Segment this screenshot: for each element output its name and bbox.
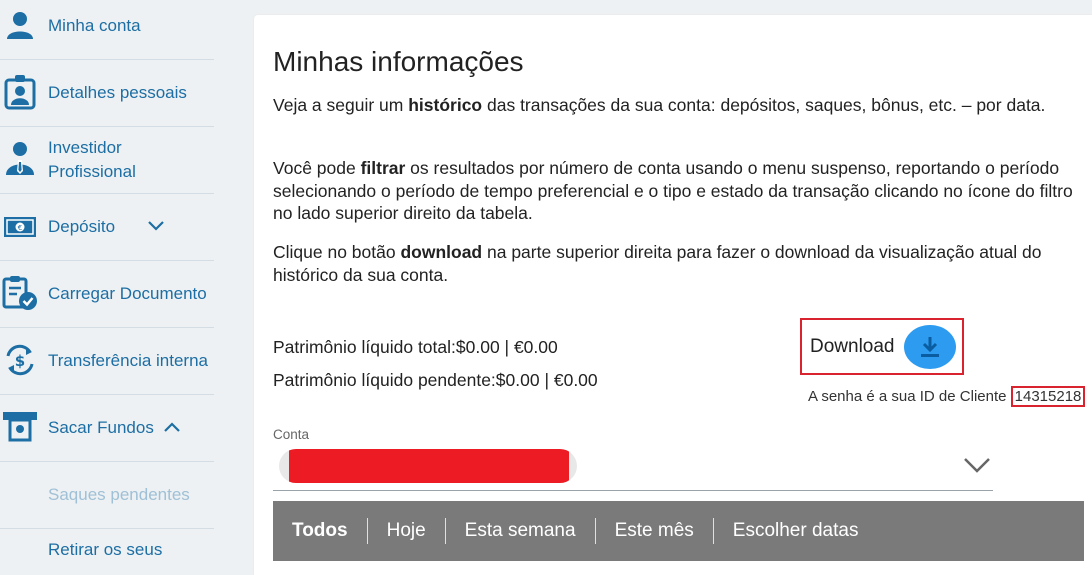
sidebar-item-detalhes-pessoais[interactable]: Detalhes pessoais bbox=[0, 60, 214, 127]
filter-tab[interactable]: Hoje bbox=[366, 518, 445, 544]
sidebar-item-label: Sacar Fundos bbox=[48, 418, 154, 437]
equity-total: Patrimônio líquido total:$0.00 | €0.00 bbox=[273, 337, 558, 357]
download-area: Download bbox=[800, 318, 964, 375]
filter-tab[interactable]: Escolher datas bbox=[712, 518, 878, 544]
sidebar-item-minha-conta[interactable]: Minha conta bbox=[0, 0, 214, 60]
banknote-icon: € bbox=[2, 209, 38, 245]
intro-paragraph-download: Clique no botão download na parte superi… bbox=[273, 241, 1078, 286]
chevron-down-icon[interactable] bbox=[147, 217, 165, 235]
chevron-down-icon bbox=[964, 458, 990, 473]
account-select-label: Conta bbox=[273, 427, 310, 442]
id-badge-icon bbox=[2, 74, 38, 110]
sidebar-item-label: Detalhes pessoais bbox=[48, 83, 187, 102]
paragraph-text: Clique no botão bbox=[273, 242, 401, 262]
sidebar-item-saques-pendentes[interactable]: Saques pendentes bbox=[0, 462, 214, 529]
filter-tab[interactable]: Todos bbox=[273, 518, 367, 544]
svg-text:€: € bbox=[18, 224, 22, 232]
password-note: A senha é a sua ID de Cliente 14315218 bbox=[808, 386, 1086, 407]
sidebar: Minha conta Detalhes pessoais Investidor… bbox=[0, 0, 214, 567]
atm-withdraw-icon bbox=[2, 409, 38, 445]
filter-tab[interactable]: Este mês bbox=[594, 518, 713, 544]
sidebar-item-label: Carregar Documento bbox=[48, 284, 207, 303]
paragraph-bold-text: histórico bbox=[408, 95, 483, 115]
sidebar-item-label: Minha conta bbox=[48, 16, 141, 35]
sidebar-item-label: Retirar os seus bbox=[48, 540, 163, 559]
paragraph-bold-text: filtrar bbox=[360, 158, 406, 178]
chevron-up-icon[interactable] bbox=[163, 418, 181, 436]
user-icon bbox=[2, 8, 38, 44]
download-icon bbox=[921, 337, 939, 357]
intro-paragraph-history: Veja a seguir um histórico das transaçõe… bbox=[273, 94, 1078, 117]
professional-investor-icon bbox=[2, 141, 38, 177]
equity-pending: Patrimônio líquido pendente:$0.00 | €0.0… bbox=[273, 370, 598, 390]
sidebar-item-label: Investidor Profissional bbox=[48, 138, 136, 181]
account-select[interactable] bbox=[273, 445, 993, 491]
paragraph-bold-text: download bbox=[400, 242, 483, 262]
sidebar-item-sacar-fundos[interactable]: Sacar Fundos bbox=[0, 395, 214, 462]
sidebar-item-label: Transferência interna bbox=[48, 351, 209, 370]
redacted-account-value bbox=[279, 449, 577, 483]
dollar-transfer-icon: $ bbox=[2, 342, 38, 378]
redaction-bar bbox=[289, 449, 569, 483]
filter-tab[interactable]: Esta semana bbox=[444, 518, 595, 544]
document-check-icon bbox=[2, 275, 38, 311]
sidebar-item-label: Saques pendentes bbox=[48, 485, 190, 504]
sidebar-item-transferencia-interna[interactable]: $ Transferência interna bbox=[0, 328, 214, 395]
date-filter-bar: Todos Hoje Esta semana Este mês Escolher dat… bbox=[273, 501, 1084, 561]
download-label: Download bbox=[810, 335, 895, 357]
svg-text:$: $ bbox=[15, 352, 25, 370]
paragraph-text: das transações da sua conta: depósitos, … bbox=[482, 95, 1046, 115]
sidebar-item-deposito[interactable]: € Depósito bbox=[0, 194, 214, 261]
sidebar-item-investidor-profissional[interactable]: Investidor Profissional bbox=[0, 127, 214, 194]
paragraph-text: Você pode bbox=[273, 158, 361, 178]
client-id: 14315218 bbox=[1010, 386, 1086, 407]
page-title: Minhas informações bbox=[273, 46, 524, 77]
sidebar-item-retirar-os-seus[interactable]: Retirar os seus bbox=[0, 529, 214, 569]
main-panel: Minhas informações Veja a seguir um hist… bbox=[254, 15, 1092, 575]
intro-paragraph-filter: Você pode filtrar os resultados por núme… bbox=[273, 157, 1078, 225]
paragraph-text: Veja a seguir um bbox=[273, 95, 409, 115]
sidebar-item-label: Depósito bbox=[48, 217, 116, 236]
password-note-text: A senha é a sua ID de Cliente bbox=[808, 388, 1011, 405]
download-button[interactable] bbox=[904, 325, 956, 369]
sidebar-item-carregar-documento[interactable]: Carregar Documento bbox=[0, 261, 214, 328]
